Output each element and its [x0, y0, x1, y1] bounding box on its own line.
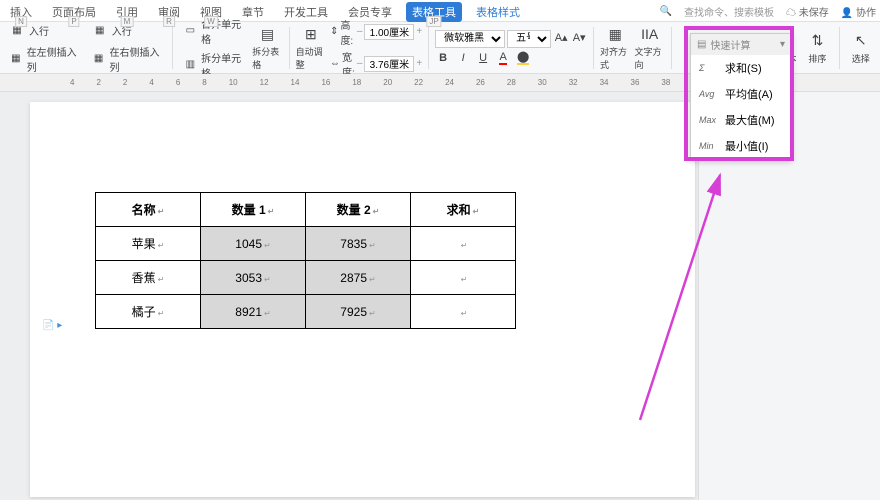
tab-page-layout[interactable]: 页面布局P [46, 2, 102, 22]
underline-btn[interactable]: U [475, 50, 491, 66]
tab-dev-tools[interactable]: 开发工具 [278, 2, 334, 22]
document-page[interactable]: 📄 ▸ 名称↵ 数量 1↵ 数量 2↵ 求和↵ 苹果↵ 1045↵ 7835↵ … [30, 102, 695, 497]
tab-view[interactable]: 视图W [194, 2, 228, 22]
calculator-icon: ▤ [697, 39, 706, 50]
avg-icon: Avg [699, 89, 717, 99]
header-qty2[interactable]: 数量 2↵ [306, 193, 411, 227]
quick-calc-min[interactable]: Min最小值(I) [691, 133, 791, 159]
cursor-icon: ↖ [851, 31, 871, 51]
merge-icon: ▭ [181, 22, 199, 40]
quick-calc-menu: ▤快速计算▾ Σ求和(S) Avg平均值(A) Max最大值(M) Min最小值… [690, 33, 792, 160]
table-header-row[interactable]: 名称↵ 数量 1↵ 数量 2↵ 求和↵ [96, 193, 516, 227]
tab-table-style[interactable]: 表格样式 [470, 2, 526, 22]
split-table-btn[interactable]: ▤拆分表格 [252, 24, 282, 71]
document-table[interactable]: 名称↵ 数量 1↵ 数量 2↵ 求和↵ 苹果↵ 1045↵ 7835↵ ↵ 香蕉… [95, 192, 516, 329]
header-sum[interactable]: 求和↵ [411, 193, 516, 227]
table-row[interactable]: 橘子↵ 8921↵ 7925↵ ↵ [96, 295, 516, 329]
insert-col-left-icon: ▦ [7, 50, 25, 68]
quick-calc-max[interactable]: Max最大值(M) [691, 107, 791, 133]
doc-anchor-icon: 📄 ▸ [42, 320, 62, 331]
sort-icon: ⇅ [807, 31, 827, 51]
insert-col-right-icon: ▦ [90, 50, 108, 68]
align-icon: ▦ [605, 24, 625, 44]
insert-row-icon: ▦ [90, 22, 110, 40]
unsaved-status[interactable]: ☁ 未保存 [786, 4, 829, 19]
font-shrink-btn[interactable]: A▾ [571, 30, 587, 46]
tab-references[interactable]: 引用M [110, 2, 144, 22]
collab-status[interactable]: 👤 协作 [841, 4, 876, 19]
auto-adjust-icon: ⊞ [301, 24, 321, 44]
width-input[interactable] [364, 56, 414, 72]
quick-calc-avg[interactable]: Avg平均值(A) [691, 81, 791, 107]
ribbon-tabs: 插入N 页面布局P 引用M 审阅R 视图W 章节 开发工具 会员专享 表格工具J… [0, 0, 880, 22]
sigma-icon: Σ [699, 63, 717, 73]
table-row[interactable]: 苹果↵ 1045↵ 7835↵ ↵ [96, 227, 516, 261]
align-btn[interactable]: ▦对齐方式 [600, 24, 630, 71]
font-size-select[interactable]: 五号 [507, 30, 551, 48]
select-btn[interactable]: ↖选择 [846, 31, 876, 65]
italic-btn[interactable]: I [455, 50, 471, 66]
text-dir-icon: IIA [640, 24, 660, 44]
font-grow-btn[interactable]: A▴ [553, 30, 569, 46]
height-icon: ⇕ [330, 26, 338, 37]
font-name-select[interactable]: 微软雅黑 [435, 30, 505, 48]
font-color-btn[interactable]: A [495, 50, 511, 66]
highlight-btn[interactable]: ⬤ [515, 50, 531, 66]
tab-member[interactable]: 会员专享 [342, 2, 398, 22]
table-row[interactable]: 香蕉↵ 3053↵ 2875↵ ↵ [96, 261, 516, 295]
insert-col-left-btn[interactable]: ▦在左侧插入列 [4, 43, 83, 75]
split-table-icon: ▤ [258, 24, 278, 44]
tab-insert[interactable]: 插入N [4, 2, 38, 22]
max-icon: Max [699, 115, 717, 125]
split-cell-icon: ▥ [181, 56, 199, 74]
header-qty1[interactable]: 数量 1↵ [201, 193, 306, 227]
tab-review[interactable]: 审阅R [152, 2, 186, 22]
auto-adjust-btn[interactable]: ⊞自动调整 [296, 24, 326, 71]
header-name[interactable]: 名称↵ [96, 193, 201, 227]
text-direction-btn[interactable]: IIA文字方向 [634, 24, 664, 71]
bold-btn[interactable]: B [435, 50, 451, 66]
search-placeholder[interactable]: 查找命令、搜索模板 [684, 4, 774, 19]
sort-btn[interactable]: ⇅排序 [802, 31, 832, 65]
search-icon[interactable]: 🔍 [660, 6, 672, 17]
tab-chapter[interactable]: 章节 [236, 2, 270, 22]
quick-calc-sum[interactable]: Σ求和(S) [691, 55, 791, 81]
min-icon: Min [699, 141, 717, 151]
tab-table-tools[interactable]: 表格工具JP [406, 2, 462, 22]
insert-col-right-btn[interactable]: ▦在右侧插入列 [87, 43, 166, 75]
quick-calc-header: 快速计算 [710, 37, 750, 52]
height-input[interactable] [364, 24, 414, 40]
width-icon: ⇔ [330, 58, 340, 69]
